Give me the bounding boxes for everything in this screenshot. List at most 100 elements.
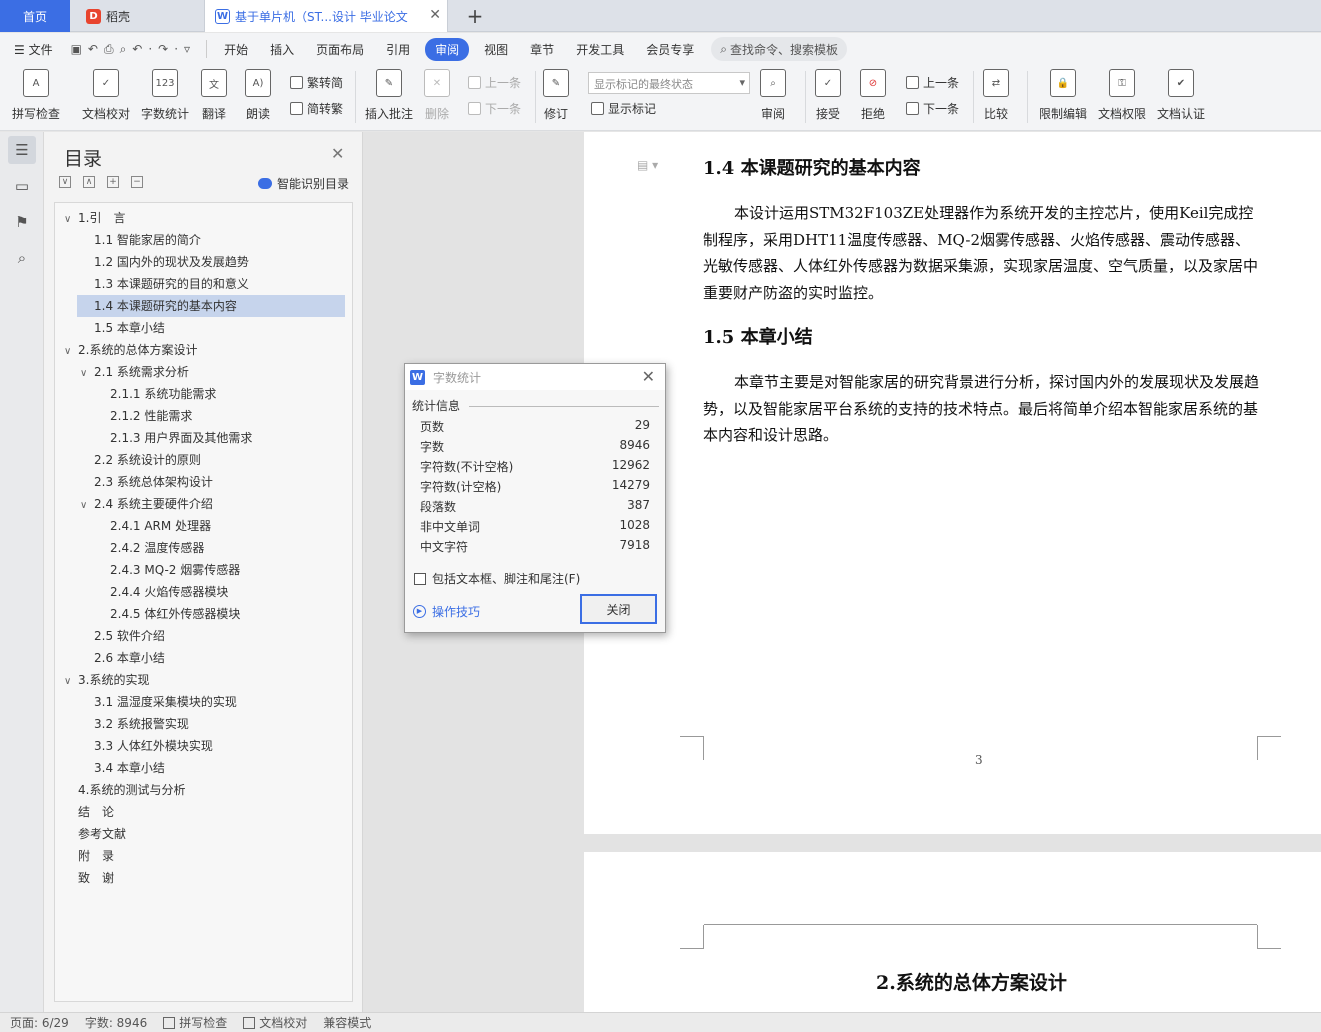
show-markup-button[interactable]: 显示标记 — [591, 100, 656, 117]
menu-tab[interactable]: 开始 — [213, 41, 259, 58]
menu-tab[interactable]: 开发工具 — [565, 41, 635, 58]
toc-item[interactable]: 1.2 国内外的现状及发展趋势 — [55, 251, 352, 273]
toc-item[interactable]: 2.2 系统设计的原则 — [55, 449, 352, 471]
chevron-down-icon[interactable]: ∨ — [80, 363, 94, 385]
toc-item[interactable]: ∨ 3.系统的实现 — [55, 669, 352, 691]
toc-item[interactable]: 3.2 系统报警实现 — [55, 713, 352, 735]
stat-label: 字数 — [420, 440, 445, 454]
toc-item[interactable]: 2.1.3 用户界面及其他需求 — [55, 427, 352, 449]
menu-tab[interactable]: 章节 — [519, 41, 565, 58]
simp-to-trad-button[interactable]: 简转繁 — [290, 100, 343, 117]
review-button[interactable]: ⌕ 审阅 — [760, 69, 786, 122]
tab-document[interactable]: W 基于单片机（ST...设计 毕业论文 ✕ — [204, 0, 448, 32]
toc-item[interactable]: 附 录 — [55, 845, 352, 867]
toc-item[interactable]: 2.6 本章小结 — [55, 647, 352, 669]
doc-permission-button[interactable]: ⚿ 文档权限 — [1098, 69, 1146, 122]
next-comment-button[interactable]: 下一条 — [468, 100, 521, 117]
toc-item[interactable]: ∨ 2.1 系统需求分析 — [55, 361, 352, 383]
restrict-editing-button[interactable]: 🔒 限制编辑 — [1039, 69, 1087, 122]
toc-item[interactable]: 3.4 本章小结 — [55, 757, 352, 779]
reject-button[interactable]: ⊘ 拒绝 — [860, 69, 886, 122]
chevron-down-icon[interactable]: ∨ — [64, 209, 78, 231]
toc-item[interactable]: 3.3 人体红外模块实现 — [55, 735, 352, 757]
include-footnotes-checkbox[interactable]: 包括文本框、脚注和尾注(F) — [414, 570, 580, 587]
close-icon[interactable]: ✕ — [331, 144, 344, 163]
word-count-button[interactable]: 123 字数统计 — [141, 69, 189, 122]
insert-comment-button[interactable]: ✎ 插入批注 — [365, 69, 413, 122]
page-nav-icon[interactable]: ▤ ▾ — [637, 158, 658, 172]
word-count-indicator[interactable]: 字数: 8946 — [85, 1014, 147, 1031]
markup-state-dropdown[interactable]: 显示标记的最终状态 ▾ — [588, 72, 750, 94]
compare-button[interactable]: ⇄ 比较 — [983, 69, 1009, 122]
toc-item[interactable]: 2.1.1 系统功能需求 — [55, 383, 352, 405]
toc-item[interactable]: 3.1 温湿度采集模块的实现 — [55, 691, 352, 713]
toc-item[interactable]: 1.5 本章小结 — [55, 317, 352, 339]
command-search[interactable]: ⌕ 查找命令、搜索模板 — [711, 37, 847, 61]
doc-proof-status[interactable]: 文档校对 — [243, 1014, 307, 1031]
translate-icon: 文 — [201, 69, 227, 97]
next-change-button[interactable]: 下一条 — [906, 100, 959, 117]
doc-proof-button[interactable]: ✓ 文档校对 — [82, 69, 130, 122]
toc-item[interactable]: 1.4 本课题研究的基本内容 — [77, 295, 345, 317]
doc-certify-button[interactable]: ✔ 文档认证 — [1157, 69, 1205, 122]
toc-item[interactable]: 2.4.2 温度传感器 — [55, 537, 352, 559]
toc-item[interactable]: 结 论 — [55, 801, 352, 823]
menu-file[interactable]: ☰ 文件 — [0, 41, 61, 58]
add-heading-icon[interactable]: + — [107, 176, 119, 188]
toc-item[interactable]: ∨ 1.引 言 — [55, 207, 352, 229]
chevron-down-icon[interactable]: ∨ — [80, 495, 94, 517]
toc-item[interactable]: 2.4.3 MQ-2 烟雾传感器 — [55, 559, 352, 581]
tab-home[interactable]: 首页 — [0, 0, 70, 32]
toc-item[interactable]: 1.1 智能家居的简介 — [55, 229, 352, 251]
search-icon[interactable]: ⌕ — [8, 244, 36, 272]
menu-tab[interactable]: 视图 — [473, 41, 519, 58]
chevron-down-icon[interactable]: ∨ — [64, 341, 78, 363]
toc-item[interactable]: 1.3 本课题研究的目的和意义 — [55, 273, 352, 295]
chevron-down-icon[interactable]: ∨ — [64, 671, 78, 693]
delete-comment-button[interactable]: ✕ 删除 — [424, 69, 450, 122]
read-aloud-button[interactable]: A) 朗读 — [245, 69, 271, 122]
toc-item[interactable]: 2.4.4 火焰传感器模块 — [55, 581, 352, 603]
toc-panel-icon[interactable]: ☰ — [8, 136, 36, 164]
toc-item[interactable]: 参考文献 — [55, 823, 352, 845]
bookmark-icon[interactable]: ⚑ — [8, 208, 36, 236]
collapse-all-icon[interactable]: ∨ — [59, 176, 71, 188]
toc-item[interactable]: 2.1.2 性能需求 — [55, 405, 352, 427]
close-icon[interactable]: ✕ — [642, 367, 655, 386]
toc-item[interactable]: 2.5 软件介绍 — [55, 625, 352, 647]
remove-heading-icon[interactable]: − — [131, 176, 143, 188]
toc-item[interactable]: 2.3 系统总体架构设计 — [55, 471, 352, 493]
spell-check-status[interactable]: 拼写检查 — [163, 1014, 227, 1031]
toc-item[interactable]: ∨ 2.系统的总体方案设计 — [55, 339, 352, 361]
toc-item[interactable]: ∨ 2.4 系统主要硬件介绍 — [55, 493, 352, 515]
trad-to-simp-button[interactable]: 繁转简 — [290, 74, 343, 91]
menu-tab[interactable]: 插入 — [259, 41, 305, 58]
menu-tab[interactable]: 审阅 — [425, 37, 470, 61]
toc-item[interactable]: 4.系统的测试与分析 — [55, 779, 352, 801]
toc-item[interactable]: 2.4.1 ARM 处理器 — [55, 515, 352, 537]
translate-button[interactable]: 文翻译 — [201, 69, 227, 122]
expand-all-icon[interactable]: ∧ — [83, 176, 95, 188]
close-tab-icon[interactable]: ✕ — [429, 7, 441, 23]
menu-tab[interactable]: 会员专享 — [635, 41, 705, 58]
checkbox-box[interactable] — [414, 572, 426, 585]
spell-check-button[interactable]: A 拼写检查 — [12, 69, 60, 122]
accept-button[interactable]: ✓ 接受 — [815, 69, 841, 122]
new-tab-button[interactable]: + — [460, 0, 490, 32]
tab-daoke[interactable]: D 稻壳 — [72, 0, 202, 32]
close-button[interactable]: 关闭 — [580, 594, 657, 624]
tips-link[interactable]: ▶ 操作技巧 — [413, 603, 480, 620]
page-indicator[interactable]: 页面: 6/29 — [10, 1014, 69, 1031]
track-changes-button[interactable]: ✎ 修订 — [543, 69, 569, 122]
smart-toc-button[interactable]: 智能识别目录 — [258, 175, 349, 192]
toc-item-label: 2.4.1 ARM 处理器 — [110, 519, 212, 533]
toc-item[interactable]: 2.4.5 体红外传感器模块 — [55, 603, 352, 625]
menu-tab[interactable]: 页面布局 — [305, 41, 375, 58]
prev-change-button[interactable]: 上一条 — [906, 74, 959, 91]
section-nav-icon[interactable]: ▭ — [8, 172, 36, 200]
prev-comment-button[interactable]: 上一条 — [468, 74, 521, 91]
translate-label: 翻译 — [201, 107, 226, 121]
toc-item[interactable]: 致 谢 — [55, 867, 352, 889]
menu-tab[interactable]: 引用 — [375, 41, 421, 58]
quick-access-icons[interactable]: ▣↶⎙⌕↶·↷·▿ — [61, 42, 200, 57]
